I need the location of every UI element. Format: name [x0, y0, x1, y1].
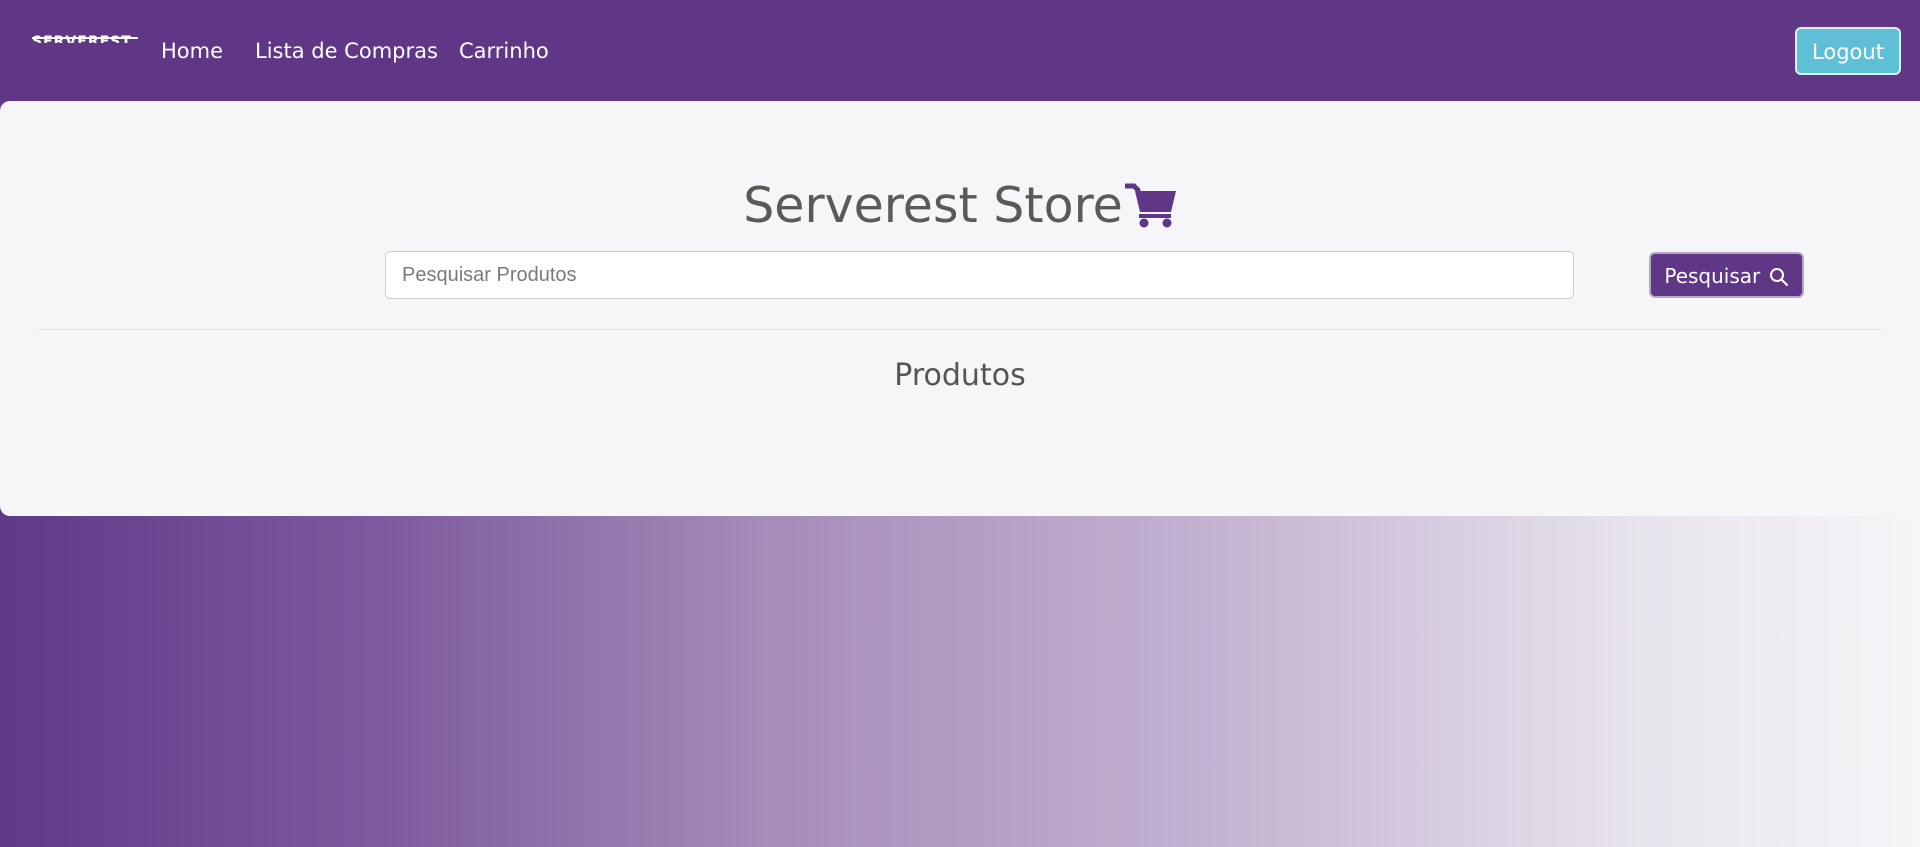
page-title-text: Serverest Store — [743, 177, 1123, 234]
search-button-label: Pesquisar — [1664, 264, 1761, 288]
search-icon — [1769, 259, 1789, 286]
nav-link-lista-de-compras[interactable]: Lista de Compras — [255, 38, 438, 64]
brand-logo[interactable]: SERVEREST — [32, 33, 138, 43]
brand-logo-underline — [32, 37, 138, 39]
products-heading: Produtos — [894, 358, 1026, 393]
search-input[interactable] — [385, 251, 1574, 299]
top-navbar: SERVEREST Home Lista de Compras Carrinho… — [0, 0, 1920, 101]
main-card: Serverest Store Pesquisar Produtos — [0, 101, 1920, 516]
nav-link-carrinho[interactable]: Carrinho — [459, 38, 549, 64]
section-divider — [39, 329, 1881, 330]
logout-button[interactable]: Logout — [1795, 27, 1901, 75]
shopping-cart-icon — [1123, 182, 1177, 228]
page-title: Serverest Store — [0, 176, 1920, 236]
search-button[interactable]: Pesquisar — [1649, 252, 1804, 298]
nav-link-home[interactable]: Home — [161, 38, 223, 64]
